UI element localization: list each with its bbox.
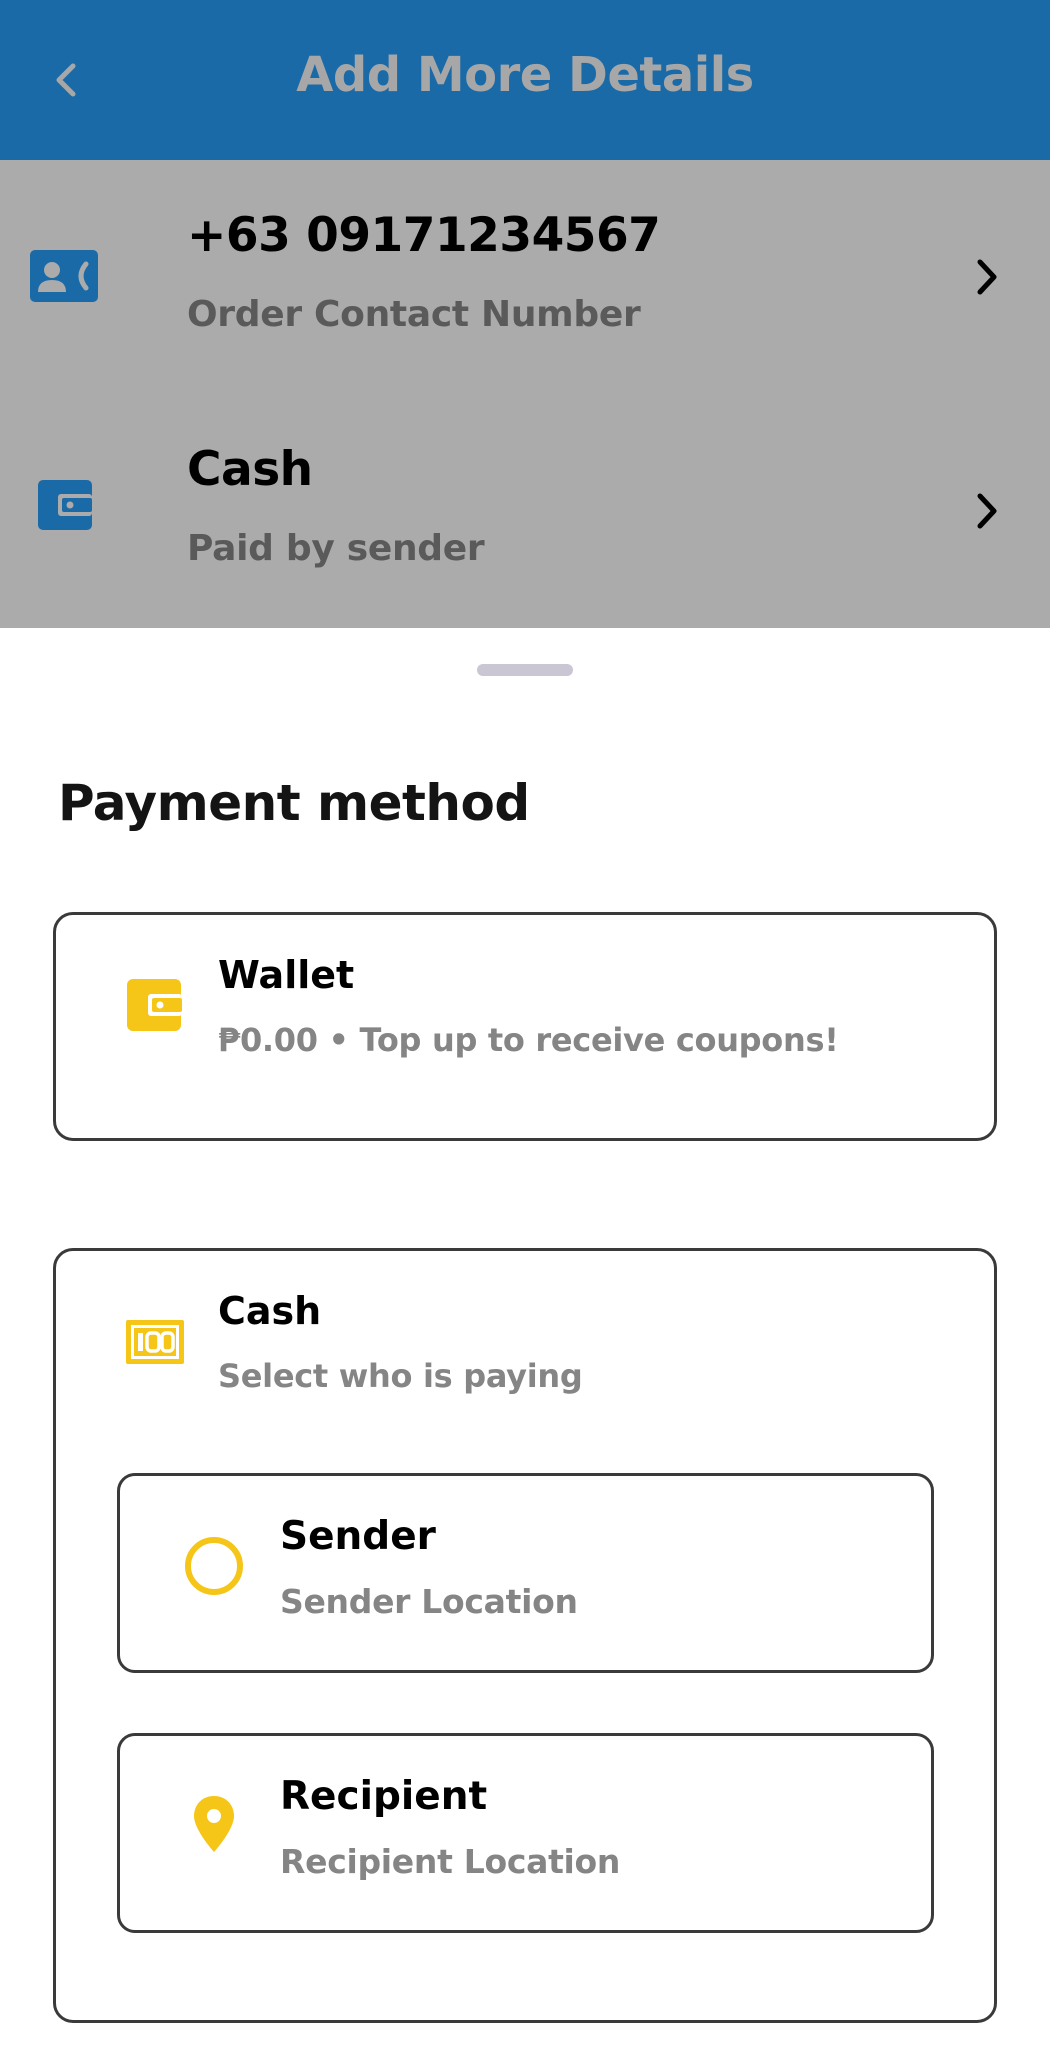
app-header: Add More Details [0, 0, 1050, 160]
cash-bill-icon [126, 1320, 184, 1364]
contact-number-value: +63 09171234567 [187, 208, 661, 263]
recipient-subtitle: Recipient Location [280, 1842, 621, 1881]
payment-method-label: Paid by sender [187, 528, 485, 569]
sheet-title: Payment method [58, 774, 530, 832]
sender-subtitle: Sender Location [280, 1582, 578, 1621]
details-list: +63 09171234567 Order Contact Number Cas… [0, 160, 1050, 628]
wallet-subtitle: ₱0.00 • Top up to receive coupons! [218, 1021, 839, 1059]
contact-number-row[interactable]: +63 09171234567 Order Contact Number [0, 160, 1050, 394]
chevron-right-icon [977, 259, 997, 295]
recipient-title: Recipient [280, 1774, 488, 1819]
location-pin-icon [194, 1796, 234, 1852]
chevron-right-icon [977, 493, 997, 529]
contact-phone-icon [30, 250, 98, 302]
wallet-option-card[interactable]: Wallet ₱0.00 • Top up to receive coupons… [53, 912, 997, 1141]
payment-summary-row[interactable]: Cash Paid by sender [0, 394, 1050, 628]
sheet-drag-handle[interactable] [477, 664, 573, 676]
radio-empty-icon[interactable] [184, 1536, 244, 1596]
recipient-option[interactable]: Recipient Recipient Location [117, 1733, 934, 1933]
wallet-title: Wallet [218, 953, 355, 997]
wallet-icon [127, 979, 182, 1031]
payment-method-value: Cash [187, 442, 313, 497]
page-title: Add More Details [296, 47, 754, 103]
payment-method-sheet: Payment method Wallet ₱0.00 • Top up to … [0, 628, 1050, 2048]
cash-subtitle: Select who is paying [218, 1357, 583, 1395]
sender-option[interactable]: Sender Sender Location [117, 1473, 934, 1673]
contact-number-label: Order Contact Number [187, 294, 641, 335]
sender-title: Sender [280, 1514, 436, 1559]
screen: Add More Details +63 09171234567 Order C… [0, 0, 1050, 2048]
cash-title: Cash [218, 1289, 322, 1333]
wallet-icon [38, 480, 92, 530]
cash-option-card: Cash Select who is paying Sender Sender … [53, 1248, 997, 2023]
